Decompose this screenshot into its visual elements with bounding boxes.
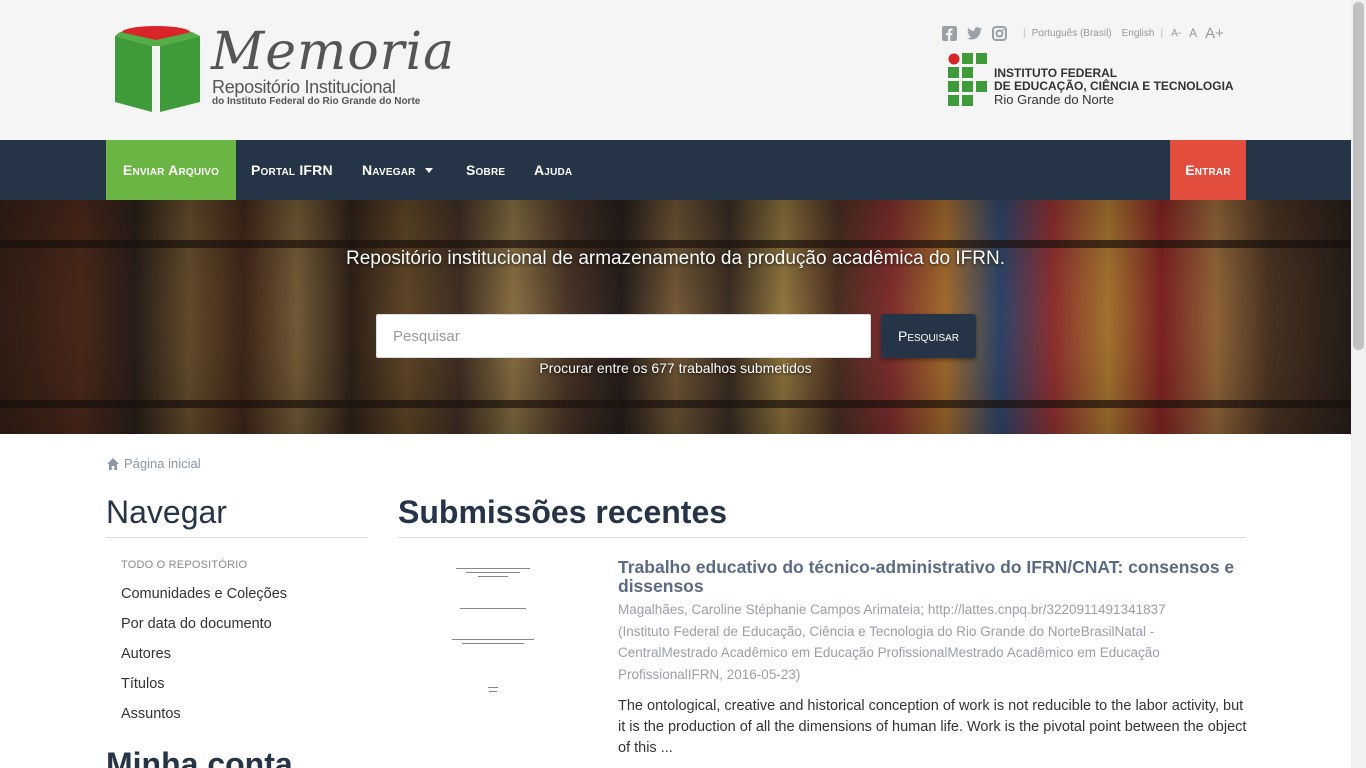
item-abstract: The ontological, creative and historical… bbox=[618, 698, 1247, 756]
nav-enviar-arquivo[interactable]: Enviar Arquivo bbox=[106, 140, 236, 200]
sidebar-title-account: Minha conta bbox=[106, 746, 293, 768]
item-metadata: Magalhães, Caroline Stéphanie Campos Ari… bbox=[618, 602, 1166, 682]
nav-portal-label: Portal IFRN bbox=[251, 162, 333, 178]
font-normal-button[interactable]: A bbox=[1189, 26, 1197, 40]
thumb-line bbox=[488, 687, 498, 688]
hero-count-text: Procurar entre os 677 trabalhos submetid… bbox=[539, 360, 812, 376]
nav-entrar-label: Entrar bbox=[1185, 162, 1231, 178]
nav-portal-ifrn[interactable]: Portal IFRN bbox=[251, 140, 333, 200]
site-header: Memoria Repositório Institucional do Ins… bbox=[0, 0, 1351, 140]
nav-sobre[interactable]: Sobre bbox=[466, 140, 505, 200]
logo-title: Memoria bbox=[211, 22, 456, 82]
institution-line-3: Rio Grande do Norte bbox=[994, 92, 1114, 107]
thumb-line bbox=[489, 691, 497, 692]
sidebar-title: Navegar bbox=[106, 494, 227, 530]
item-title-link[interactable]: Trabalho educativo do técnico-administra… bbox=[618, 558, 1238, 596]
sidebar-group-heading: TODO O REPOSITÓRIO bbox=[121, 559, 248, 571]
separator: | bbox=[1023, 27, 1026, 39]
thumb-line bbox=[478, 576, 508, 577]
thumb-line bbox=[462, 643, 524, 644]
twitter-icon[interactable] bbox=[967, 26, 982, 41]
language-pt-link[interactable]: Português (Brasil) bbox=[1032, 28, 1112, 39]
nav-sobre-label: Sobre bbox=[466, 162, 506, 178]
logo-subtitle: Repositório Institucional bbox=[212, 77, 396, 97]
divider bbox=[106, 537, 368, 538]
nav-navegar-dropdown[interactable]: Navegar bbox=[362, 140, 433, 200]
thumb-line bbox=[456, 568, 530, 569]
main-navbar: Enviar Arquivo Portal IFRN Navegar Sobre… bbox=[0, 140, 1351, 200]
font-decrease-button[interactable]: A- bbox=[1171, 28, 1181, 39]
separator: | bbox=[1160, 27, 1164, 39]
sidebar-item-assuntos[interactable]: Assuntos bbox=[121, 704, 287, 734]
breadcrumb-home-link[interactable]: Página inicial bbox=[124, 456, 201, 471]
thumb-line bbox=[452, 639, 534, 640]
sidebar-list: Comunidades e Coleções Por data do docum… bbox=[121, 584, 287, 734]
document-thumbnail[interactable] bbox=[448, 560, 538, 700]
language-en-link[interactable]: English bbox=[1122, 28, 1155, 39]
sidebar-item-autores[interactable]: Autores bbox=[121, 644, 287, 674]
divider bbox=[398, 537, 1246, 538]
sidebar-item-comunidades[interactable]: Comunidades e Coleções bbox=[121, 584, 287, 614]
nav-navegar-label: Navegar bbox=[362, 162, 416, 178]
home-icon bbox=[107, 457, 119, 470]
caret-down-icon bbox=[424, 167, 433, 173]
logo-subtitle-small: do Instituto Federal do Rio Grande do No… bbox=[212, 96, 421, 107]
instagram-icon[interactable] bbox=[992, 25, 1007, 41]
thumb-line bbox=[466, 572, 520, 573]
facebook-icon[interactable] bbox=[942, 25, 957, 41]
sidebar-item-titulos[interactable]: Títulos bbox=[121, 674, 287, 704]
scrollbar-thumb[interactable] bbox=[1353, 2, 1364, 350]
nav-enviar-label: Enviar Arquivo bbox=[122, 162, 220, 178]
institution-name: INSTITUTO FEDERAL DE EDUCAÇÃO, CIÊNCIA E… bbox=[994, 67, 1234, 107]
search-input[interactable] bbox=[376, 314, 871, 358]
sidebar-item-data[interactable]: Por data do documento bbox=[121, 614, 287, 644]
nav-ajuda-label: Ajuda bbox=[534, 162, 573, 178]
thumb-line bbox=[460, 608, 526, 609]
nav-entrar-button[interactable]: Entrar bbox=[1170, 140, 1246, 200]
hero-tagline: Repositório institucional de armazenamen… bbox=[345, 248, 1006, 269]
breadcrumb: Página inicial bbox=[106, 456, 201, 471]
hero-banner: Repositório institucional de armazenamen… bbox=[0, 200, 1351, 434]
page-title: Submissões recentes bbox=[398, 494, 728, 530]
nav-ajuda[interactable]: Ajuda bbox=[534, 140, 572, 200]
utility-bar: | Português (Brasil) English | A- A A+ bbox=[942, 24, 1224, 42]
font-increase-button[interactable]: A+ bbox=[1205, 25, 1224, 42]
search-button[interactable]: Pesquisar bbox=[881, 314, 976, 358]
